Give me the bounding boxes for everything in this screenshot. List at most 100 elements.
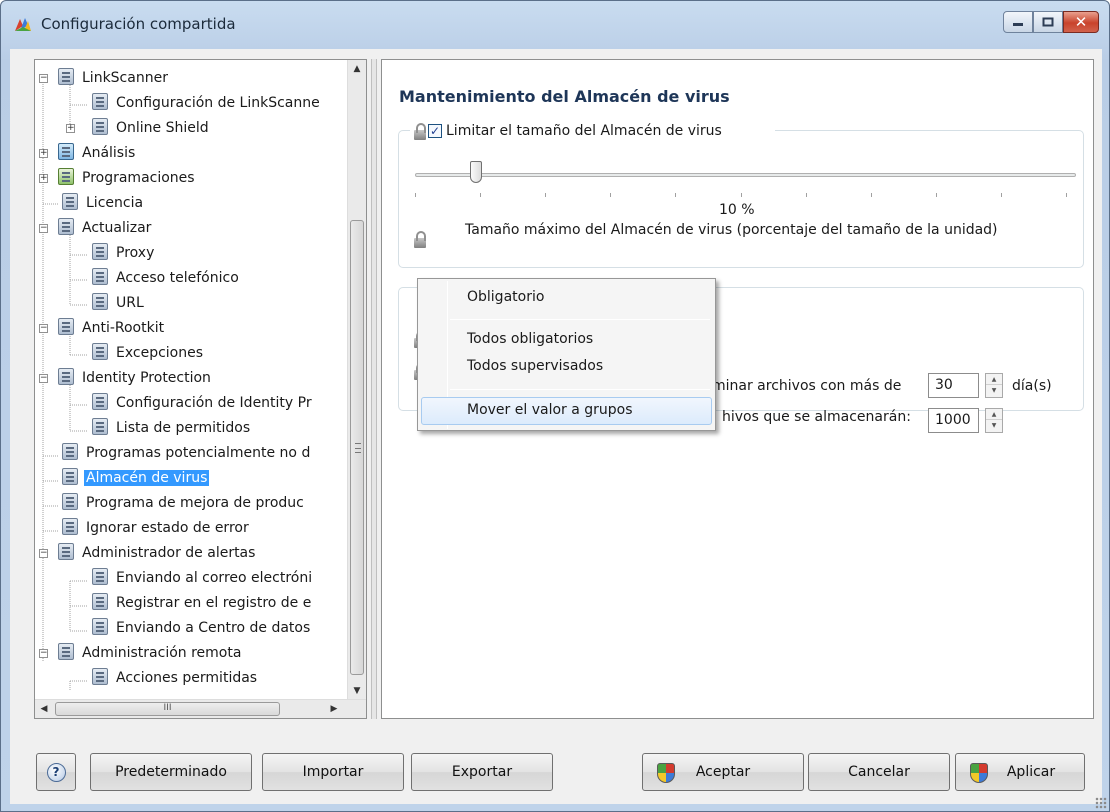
tree-item-enviando-correo[interactable]: Enviando al correo electróni [92, 568, 314, 593]
tree-item-label: Lista de permitidos [116, 420, 251, 436]
panel-splitter[interactable] [371, 59, 377, 719]
title-bar[interactable]: Configuración compartida ✕ [1, 1, 1109, 49]
slider-value-label: 10 % [719, 202, 755, 218]
limit-size-checkbox[interactable]: ✓ [428, 124, 442, 138]
tree-item-acciones-permitidas[interactable]: Acciones permitidas [92, 668, 259, 693]
spin-down-icon[interactable]: ▼ [986, 385, 1002, 396]
collapse-toggle[interactable]: − [39, 549, 48, 558]
tree-item-almacen-de-virus[interactable]: Almacén de virus [62, 468, 210, 493]
maximize-button[interactable] [1033, 11, 1063, 33]
scan-icon [58, 143, 74, 160]
collapse-toggle[interactable]: − [39, 74, 48, 83]
apply-button[interactable]: Aplicar [955, 753, 1085, 791]
spin-up-icon[interactable]: ▲ [986, 374, 1002, 385]
tree-item-label: Administración remota [82, 645, 242, 661]
tree-item-registrar-registro[interactable]: Registrar en el registro de e [92, 593, 313, 618]
scroll-up-icon[interactable]: ▲ [348, 60, 366, 78]
tree-item-label: Análisis [82, 145, 136, 161]
tree-item-programas-potencialmente[interactable]: Programas potencialmente no d [62, 443, 312, 468]
tree-item-linkscanner-config[interactable]: Configuración de LinkScanne [92, 93, 322, 118]
menu-item-obligatorio[interactable]: Obligatorio [421, 284, 712, 312]
tree-item-identity-config[interactable]: Configuración de Identity Pr [92, 393, 314, 418]
tree-item-lista-permitidos[interactable]: Lista de permitidos [92, 418, 252, 443]
collapse-toggle[interactable]: − [39, 374, 48, 383]
tree-item-analisis[interactable]: + Análisis [39, 143, 137, 168]
export-button[interactable]: Exportar [411, 753, 553, 791]
import-button[interactable]: Importar [262, 753, 404, 791]
collapse-toggle[interactable]: − [39, 324, 48, 333]
tree-item-label: Acceso telefónico [116, 270, 239, 286]
files-input[interactable]: 1000 [928, 408, 979, 433]
settings-node-icon [58, 218, 74, 235]
limit-size-label: Limitar el tamaño del Almacén de virus [446, 123, 722, 139]
settings-node-icon [92, 293, 108, 310]
tree-item-excepciones[interactable]: Excepciones [92, 343, 205, 368]
collapse-toggle[interactable]: − [39, 649, 48, 658]
tree-item-proxy[interactable]: Proxy [92, 243, 156, 268]
scroll-down-icon[interactable]: ▼ [348, 682, 366, 700]
menu-item-todos-supervisados[interactable]: Todos supervisados [421, 353, 712, 381]
tree-item-identity-protection[interactable]: − Identity Protection [39, 368, 213, 393]
accept-button[interactable]: Aceptar [642, 753, 804, 791]
settings-node-icon [92, 618, 108, 635]
tree-item-label: Registrar en el registro de e [116, 595, 312, 611]
tree-item-licencia[interactable]: Licencia [62, 193, 145, 218]
tree-item-ignorar-estado[interactable]: Ignorar estado de error [62, 518, 251, 543]
tree-item-acceso-telefonico[interactable]: Acceso telefónico [92, 268, 241, 293]
lock-icon[interactable] [414, 231, 426, 248]
size-slider-track[interactable] [415, 173, 1076, 177]
expand-toggle[interactable]: + [39, 149, 48, 158]
tree-item-label: Proxy [116, 245, 155, 261]
tree-item-linkscanner[interactable]: − LinkScanner [39, 68, 170, 93]
tree-item-administracion-remota[interactable]: − Administración remota [39, 643, 243, 668]
days-spinner[interactable]: ▲ ▼ [985, 373, 1003, 398]
apply-label: Aplicar [1006, 764, 1056, 780]
tree-item-label: Configuración de LinkScanne [116, 95, 320, 111]
settings-node-icon [92, 343, 108, 360]
tree-item-programaciones[interactable]: + Programaciones [39, 168, 197, 193]
tree-vertical-scrollbar[interactable]: ▲ ▼ [347, 60, 366, 700]
expand-toggle[interactable]: + [39, 174, 48, 183]
size-slider-thumb[interactable] [470, 161, 482, 183]
tree-item-anti-rootkit[interactable]: − Anti-Rootkit [39, 318, 166, 343]
default-button[interactable]: Predeterminado [90, 753, 252, 791]
tree-item-programa-mejora[interactable]: Programa de mejora de produc [62, 493, 306, 518]
limit-size-group [398, 130, 1084, 268]
files-row-label: hivos que se almacenarán: [722, 409, 911, 425]
tree-item-online-shield[interactable]: + Online Shield [66, 118, 211, 143]
spin-down-icon[interactable]: ▼ [986, 420, 1002, 431]
menu-separator [450, 319, 710, 320]
slider-tick [480, 193, 482, 197]
lock-icon[interactable] [414, 123, 426, 140]
help-button[interactable]: ? [36, 753, 76, 791]
slider-tick [870, 193, 872, 197]
resize-grip-icon[interactable] [1095, 797, 1107, 809]
scroll-right-icon[interactable]: ▶ [325, 700, 343, 718]
tree-item-label: Programa de mejora de produc [86, 495, 304, 511]
close-button[interactable]: ✕ [1063, 11, 1099, 33]
slider-tick [935, 193, 937, 197]
tree-item-label: LinkScanner [82, 70, 168, 86]
menu-item-todos-obligatorios[interactable]: Todos obligatorios [421, 326, 712, 354]
expand-toggle[interactable]: + [66, 124, 75, 133]
days-input[interactable]: 30 [928, 373, 979, 398]
scroll-left-icon[interactable]: ◀ [35, 700, 53, 718]
tree-item-administrador-alertas[interactable]: − Administrador de alertas [39, 543, 257, 568]
tree-item-centro-datos[interactable]: Enviando a Centro de datos [92, 618, 312, 643]
collapse-toggle[interactable]: − [39, 224, 48, 233]
slider-tick [1000, 193, 1002, 197]
close-icon: ✕ [1074, 13, 1088, 31]
files-spinner[interactable]: ▲ ▼ [985, 408, 1003, 433]
menu-item-mover-valor-grupos[interactable]: Mover el valor a grupos [421, 397, 712, 425]
tree-horizontal-scrollbar[interactable]: ◀ III ▶ [35, 699, 366, 718]
minimize-button[interactable] [1003, 11, 1033, 33]
tree-item-actualizar[interactable]: − Actualizar [39, 218, 153, 243]
scroll-thumb[interactable]: III [55, 702, 280, 716]
spin-up-icon[interactable]: ▲ [986, 409, 1002, 420]
settings-node-icon [58, 318, 74, 335]
cancel-button[interactable]: Cancelar [808, 753, 950, 791]
menu-separator [450, 389, 710, 390]
tree-item-label: URL [116, 295, 144, 311]
tree-item-url[interactable]: URL [92, 293, 146, 318]
scroll-thumb[interactable] [350, 220, 364, 675]
